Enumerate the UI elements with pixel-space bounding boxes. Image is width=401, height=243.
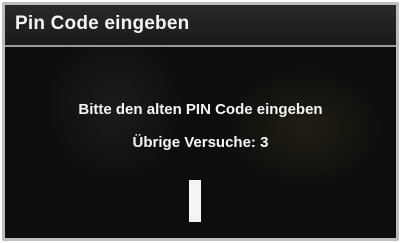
pin-input-field[interactable]: [189, 180, 201, 222]
pin-code-dialog: Pin Code eingeben Bitte den alten PIN Co…: [2, 2, 399, 241]
dialog-content: Bitte den alten PIN Code eingeben Übrige…: [5, 47, 396, 238]
pin-prompt-text: Bitte den alten PIN Code eingeben: [78, 101, 323, 118]
remaining-attempts-text: Übrige Versuche: 3: [132, 134, 269, 151]
dialog-title: Pin Code eingeben: [15, 13, 190, 34]
dialog-title-bar: Pin Code eingeben: [5, 5, 396, 47]
